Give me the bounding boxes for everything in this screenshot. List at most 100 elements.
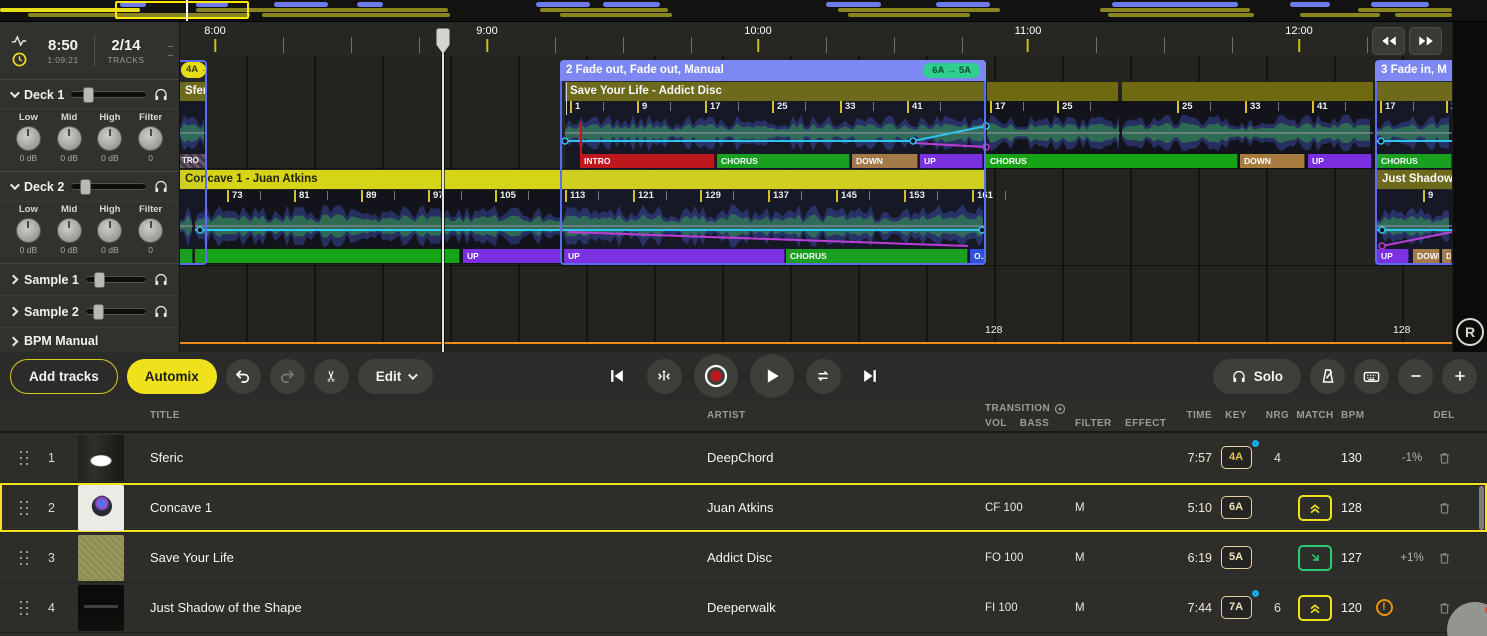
record-button[interactable] <box>694 354 738 398</box>
eq-knob[interactable]: High 0 dB <box>93 204 127 263</box>
eq-knob[interactable]: High 0 dB <box>93 112 127 171</box>
transition-header-3[interactable]: 3 Fade in, M <box>1375 60 1452 81</box>
knob-dial[interactable] <box>16 126 41 151</box>
clip-title-segment[interactable] <box>987 82 1118 101</box>
minimap-viewport[interactable] <box>115 1 249 19</box>
table-row[interactable]: 3 Save Your Life Addict Disc FO 100 M 6:… <box>0 533 1487 583</box>
eq-knob[interactable]: Filter 0 <box>134 204 168 263</box>
knob-dial[interactable] <box>57 126 82 151</box>
headphones-icon[interactable] <box>153 272 169 287</box>
key-badge[interactable]: 6A <box>1221 496 1252 519</box>
table-row[interactable]: 1 Sferic DeepChord 7:57 4A 4 130 -1% <box>0 433 1487 483</box>
track-bpm[interactable]: 128 <box>1335 501 1372 515</box>
trash-icon[interactable] <box>1437 450 1452 466</box>
transition-vol[interactable]: FI 100 <box>985 602 1040 614</box>
sample1-volume-slider[interactable] <box>86 276 146 283</box>
skip-forward-button[interactable] <box>1409 27 1442 55</box>
automix-button[interactable]: Automix <box>127 359 217 394</box>
table-row-selected[interactable]: 2 Concave 1 Juan Atkins CF 100 M 5:10 6A… <box>0 483 1487 533</box>
trash-icon[interactable] <box>1437 550 1452 566</box>
table-row[interactable]: 4 Just Shadow of the Shape Deeperwalk FI… <box>0 583 1487 633</box>
split-scissors-button[interactable]: ✂ <box>314 359 349 394</box>
section-marker[interactable]: UP <box>463 249 562 263</box>
trash-icon[interactable] <box>1437 500 1452 516</box>
track-bpm[interactable]: 127 <box>1335 551 1372 565</box>
transition-box-1[interactable] <box>180 60 207 265</box>
track-title[interactable]: Sferic <box>150 450 707 465</box>
deck1-header[interactable]: Deck 1 <box>0 80 179 110</box>
timeline-editor[interactable]: 8:009:0010:0011:0012:00 Save Your Life -… <box>180 22 1452 352</box>
match-up-indicator[interactable] <box>1298 495 1332 521</box>
table-scrollbar[interactable] <box>1479 486 1484 530</box>
knob-dial[interactable] <box>97 218 122 243</box>
playhead-line[interactable] <box>442 28 444 352</box>
key-badge[interactable]: 7A <box>1221 596 1252 619</box>
section-marker[interactable]: DOWN <box>1240 154 1305 168</box>
key-badge[interactable]: 5A <box>1221 546 1252 569</box>
knob-dial[interactable] <box>138 218 163 243</box>
headphones-icon[interactable] <box>153 304 169 319</box>
drag-handle-icon[interactable] <box>20 450 29 466</box>
transition-vol[interactable]: CF 100 <box>985 502 1040 514</box>
eq-knob[interactable]: Mid 0 dB <box>52 204 86 263</box>
eye-icon[interactable] <box>1054 403 1066 415</box>
track-title[interactable]: Just Shadow of the Shape <box>150 600 707 615</box>
knob-dial[interactable] <box>138 126 163 151</box>
skip-to-start-button[interactable] <box>600 359 635 394</box>
match-up-indicator[interactable] <box>1298 595 1332 621</box>
skip-to-end-button[interactable] <box>853 359 888 394</box>
eq-knob[interactable]: Mid 0 dB <box>52 112 86 171</box>
track-title[interactable]: Concave 1 <box>150 500 707 515</box>
sample1-header[interactable]: Sample 1 <box>0 264 179 296</box>
match-down-indicator[interactable] <box>1298 545 1332 571</box>
add-tracks-button[interactable]: Add tracks <box>10 359 118 394</box>
header-artist[interactable]: ARTIST <box>707 410 985 421</box>
deck1-volume-slider[interactable] <box>71 91 146 98</box>
headphones-icon[interactable] <box>153 87 169 102</box>
drag-handle-icon[interactable] <box>20 500 29 516</box>
section-marker[interactable] <box>195 249 460 263</box>
knob-dial[interactable] <box>97 126 122 151</box>
transition-header-2[interactable]: 2 Fade out, Fade out, Manual 6A → 5A <box>560 60 986 81</box>
eq-knob[interactable]: Filter 0 <box>134 112 168 171</box>
knob-dial[interactable] <box>16 218 41 243</box>
header-title[interactable]: TITLE <box>150 410 707 421</box>
loop-button[interactable] <box>806 359 841 394</box>
locate-playhead-button[interactable] <box>647 359 682 394</box>
deck2-header[interactable]: Deck 2 <box>0 172 179 202</box>
transition-box-2[interactable] <box>560 60 986 265</box>
track-bpm[interactable]: 130 <box>1335 451 1372 465</box>
track-title[interactable]: Save Your Life <box>150 550 707 565</box>
collapse-handle[interactable]: –– <box>167 42 173 60</box>
key-badge[interactable]: 4A <box>1221 446 1252 469</box>
transition-vol[interactable]: FO 100 <box>985 552 1040 564</box>
metronome-button[interactable] <box>1310 359 1345 394</box>
knob-dial[interactable] <box>57 218 82 243</box>
eq-knob[interactable]: Low 0 dB <box>11 112 45 171</box>
zoom-out-button[interactable] <box>1398 359 1433 394</box>
trash-icon[interactable] <box>1437 600 1452 616</box>
track-bpm[interactable]: 120 <box>1335 601 1372 615</box>
mix-overview-minimap[interactable] <box>0 0 1487 22</box>
deck2-volume-slider[interactable] <box>71 183 146 190</box>
transition-filter[interactable]: M <box>1075 502 1125 514</box>
transition-filter[interactable]: M <box>1075 602 1125 614</box>
eq-knob[interactable]: Low 0 dB <box>11 204 45 263</box>
sample2-volume-slider[interactable] <box>86 308 146 315</box>
clip-title-segment[interactable] <box>1122 82 1373 101</box>
drag-handle-icon[interactable] <box>20 550 29 566</box>
section-marker[interactable]: UP <box>1308 154 1372 168</box>
skip-back-button[interactable] <box>1372 27 1405 55</box>
play-button[interactable] <box>750 354 794 398</box>
undo-button[interactable] <box>226 359 261 394</box>
time-ruler[interactable]: 8:009:0010:0011:0012:00 <box>180 22 1452 56</box>
redo-button[interactable] <box>270 359 305 394</box>
bpm-automation-line[interactable]: 128128 <box>180 342 1452 344</box>
solo-button[interactable]: Solo <box>1213 359 1301 394</box>
bpm-manual-header[interactable]: BPM Manual <box>0 328 179 352</box>
transition-filter[interactable]: M <box>1075 552 1125 564</box>
zoom-in-button[interactable] <box>1442 359 1477 394</box>
sample2-header[interactable]: Sample 2 <box>0 296 179 328</box>
section-marker[interactable]: CHORUS <box>986 154 1238 168</box>
edit-menu-button[interactable]: Edit <box>358 359 434 394</box>
